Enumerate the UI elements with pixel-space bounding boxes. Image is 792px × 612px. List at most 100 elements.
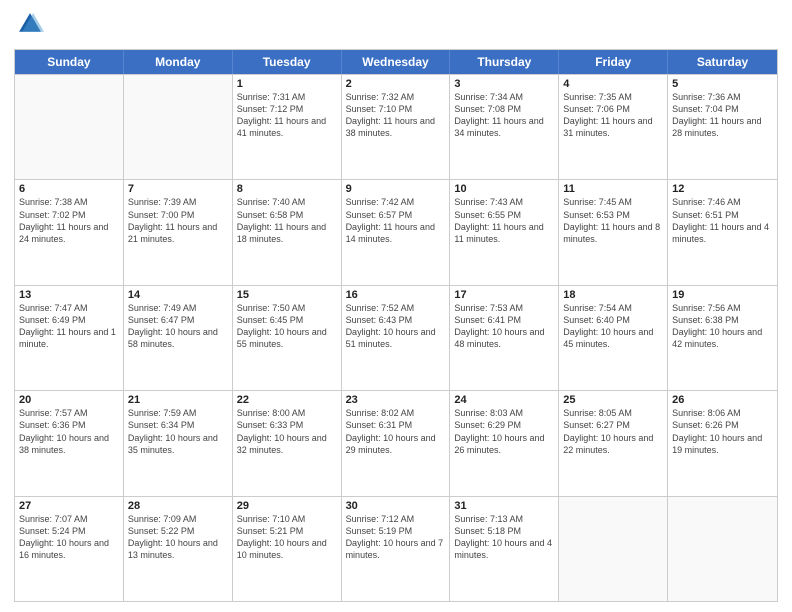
empty-cell	[124, 75, 233, 179]
day-info: Sunrise: 7:47 AM Sunset: 6:49 PM Dayligh…	[19, 302, 119, 351]
day-info: Sunrise: 7:34 AM Sunset: 7:08 PM Dayligh…	[454, 91, 554, 140]
logo	[14, 10, 48, 43]
day-info: Sunrise: 8:02 AM Sunset: 6:31 PM Dayligh…	[346, 407, 446, 456]
day-number: 2	[346, 78, 446, 90]
day-number: 21	[128, 394, 228, 406]
day-info: Sunrise: 7:50 AM Sunset: 6:45 PM Dayligh…	[237, 302, 337, 351]
day-cell-22: 22Sunrise: 8:00 AM Sunset: 6:33 PM Dayli…	[233, 391, 342, 495]
day-cell-5: 5Sunrise: 7:36 AM Sunset: 7:04 PM Daylig…	[668, 75, 777, 179]
day-info: Sunrise: 7:07 AM Sunset: 5:24 PM Dayligh…	[19, 513, 119, 562]
day-info: Sunrise: 7:45 AM Sunset: 6:53 PM Dayligh…	[563, 196, 663, 245]
day-cell-25: 25Sunrise: 8:05 AM Sunset: 6:27 PM Dayli…	[559, 391, 668, 495]
day-number: 19	[672, 289, 773, 301]
day-info: Sunrise: 7:59 AM Sunset: 6:34 PM Dayligh…	[128, 407, 228, 456]
day-number: 17	[454, 289, 554, 301]
day-header-saturday: Saturday	[668, 50, 777, 74]
day-info: Sunrise: 7:49 AM Sunset: 6:47 PM Dayligh…	[128, 302, 228, 351]
day-cell-23: 23Sunrise: 8:02 AM Sunset: 6:31 PM Dayli…	[342, 391, 451, 495]
day-info: Sunrise: 7:56 AM Sunset: 6:38 PM Dayligh…	[672, 302, 773, 351]
day-cell-29: 29Sunrise: 7:10 AM Sunset: 5:21 PM Dayli…	[233, 497, 342, 601]
day-info: Sunrise: 7:43 AM Sunset: 6:55 PM Dayligh…	[454, 196, 554, 245]
day-header-wednesday: Wednesday	[342, 50, 451, 74]
week-row-2: 6Sunrise: 7:38 AM Sunset: 7:02 PM Daylig…	[15, 179, 777, 284]
day-header-sunday: Sunday	[15, 50, 124, 74]
day-info: Sunrise: 7:12 AM Sunset: 5:19 PM Dayligh…	[346, 513, 446, 562]
day-header-thursday: Thursday	[450, 50, 559, 74]
day-number: 29	[237, 500, 337, 512]
day-number: 25	[563, 394, 663, 406]
day-info: Sunrise: 7:53 AM Sunset: 6:41 PM Dayligh…	[454, 302, 554, 351]
day-info: Sunrise: 7:36 AM Sunset: 7:04 PM Dayligh…	[672, 91, 773, 140]
day-number: 11	[563, 183, 663, 195]
calendar-header: SundayMondayTuesdayWednesdayThursdayFrid…	[15, 50, 777, 74]
day-info: Sunrise: 7:13 AM Sunset: 5:18 PM Dayligh…	[454, 513, 554, 562]
day-cell-10: 10Sunrise: 7:43 AM Sunset: 6:55 PM Dayli…	[450, 180, 559, 284]
calendar: SundayMondayTuesdayWednesdayThursdayFrid…	[14, 49, 778, 602]
week-row-1: 1Sunrise: 7:31 AM Sunset: 7:12 PM Daylig…	[15, 74, 777, 179]
week-row-3: 13Sunrise: 7:47 AM Sunset: 6:49 PM Dayli…	[15, 285, 777, 390]
day-info: Sunrise: 8:06 AM Sunset: 6:26 PM Dayligh…	[672, 407, 773, 456]
day-cell-18: 18Sunrise: 7:54 AM Sunset: 6:40 PM Dayli…	[559, 286, 668, 390]
day-number: 30	[346, 500, 446, 512]
day-cell-9: 9Sunrise: 7:42 AM Sunset: 6:57 PM Daylig…	[342, 180, 451, 284]
day-cell-30: 30Sunrise: 7:12 AM Sunset: 5:19 PM Dayli…	[342, 497, 451, 601]
day-cell-14: 14Sunrise: 7:49 AM Sunset: 6:47 PM Dayli…	[124, 286, 233, 390]
day-info: Sunrise: 7:40 AM Sunset: 6:58 PM Dayligh…	[237, 196, 337, 245]
day-number: 16	[346, 289, 446, 301]
day-cell-16: 16Sunrise: 7:52 AM Sunset: 6:43 PM Dayli…	[342, 286, 451, 390]
day-number: 18	[563, 289, 663, 301]
day-header-friday: Friday	[559, 50, 668, 74]
day-info: Sunrise: 7:52 AM Sunset: 6:43 PM Dayligh…	[346, 302, 446, 351]
day-number: 6	[19, 183, 119, 195]
day-info: Sunrise: 7:38 AM Sunset: 7:02 PM Dayligh…	[19, 196, 119, 245]
day-number: 22	[237, 394, 337, 406]
day-cell-28: 28Sunrise: 7:09 AM Sunset: 5:22 PM Dayli…	[124, 497, 233, 601]
day-number: 10	[454, 183, 554, 195]
logo-icon	[16, 10, 44, 38]
day-cell-1: 1Sunrise: 7:31 AM Sunset: 7:12 PM Daylig…	[233, 75, 342, 179]
day-info: Sunrise: 7:54 AM Sunset: 6:40 PM Dayligh…	[563, 302, 663, 351]
day-number: 20	[19, 394, 119, 406]
day-info: Sunrise: 7:31 AM Sunset: 7:12 PM Dayligh…	[237, 91, 337, 140]
day-cell-4: 4Sunrise: 7:35 AM Sunset: 7:06 PM Daylig…	[559, 75, 668, 179]
day-cell-8: 8Sunrise: 7:40 AM Sunset: 6:58 PM Daylig…	[233, 180, 342, 284]
week-row-4: 20Sunrise: 7:57 AM Sunset: 6:36 PM Dayli…	[15, 390, 777, 495]
day-info: Sunrise: 7:57 AM Sunset: 6:36 PM Dayligh…	[19, 407, 119, 456]
day-number: 4	[563, 78, 663, 90]
empty-cell	[668, 497, 777, 601]
day-number: 24	[454, 394, 554, 406]
day-cell-19: 19Sunrise: 7:56 AM Sunset: 6:38 PM Dayli…	[668, 286, 777, 390]
day-number: 5	[672, 78, 773, 90]
day-cell-21: 21Sunrise: 7:59 AM Sunset: 6:34 PM Dayli…	[124, 391, 233, 495]
day-cell-26: 26Sunrise: 8:06 AM Sunset: 6:26 PM Dayli…	[668, 391, 777, 495]
day-number: 31	[454, 500, 554, 512]
day-info: Sunrise: 7:32 AM Sunset: 7:10 PM Dayligh…	[346, 91, 446, 140]
week-row-5: 27Sunrise: 7:07 AM Sunset: 5:24 PM Dayli…	[15, 496, 777, 601]
day-number: 8	[237, 183, 337, 195]
day-cell-24: 24Sunrise: 8:03 AM Sunset: 6:29 PM Dayli…	[450, 391, 559, 495]
day-number: 9	[346, 183, 446, 195]
day-info: Sunrise: 7:39 AM Sunset: 7:00 PM Dayligh…	[128, 196, 228, 245]
day-cell-31: 31Sunrise: 7:13 AM Sunset: 5:18 PM Dayli…	[450, 497, 559, 601]
day-cell-6: 6Sunrise: 7:38 AM Sunset: 7:02 PM Daylig…	[15, 180, 124, 284]
day-number: 28	[128, 500, 228, 512]
empty-cell	[559, 497, 668, 601]
empty-cell	[15, 75, 124, 179]
day-number: 27	[19, 500, 119, 512]
day-info: Sunrise: 8:00 AM Sunset: 6:33 PM Dayligh…	[237, 407, 337, 456]
day-number: 7	[128, 183, 228, 195]
day-cell-11: 11Sunrise: 7:45 AM Sunset: 6:53 PM Dayli…	[559, 180, 668, 284]
day-cell-17: 17Sunrise: 7:53 AM Sunset: 6:41 PM Dayli…	[450, 286, 559, 390]
day-number: 26	[672, 394, 773, 406]
day-cell-7: 7Sunrise: 7:39 AM Sunset: 7:00 PM Daylig…	[124, 180, 233, 284]
day-header-tuesday: Tuesday	[233, 50, 342, 74]
day-number: 23	[346, 394, 446, 406]
day-info: Sunrise: 7:35 AM Sunset: 7:06 PM Dayligh…	[563, 91, 663, 140]
day-info: Sunrise: 7:46 AM Sunset: 6:51 PM Dayligh…	[672, 196, 773, 245]
day-number: 3	[454, 78, 554, 90]
header	[14, 10, 778, 43]
day-number: 12	[672, 183, 773, 195]
day-info: Sunrise: 8:03 AM Sunset: 6:29 PM Dayligh…	[454, 407, 554, 456]
day-cell-12: 12Sunrise: 7:46 AM Sunset: 6:51 PM Dayli…	[668, 180, 777, 284]
day-cell-20: 20Sunrise: 7:57 AM Sunset: 6:36 PM Dayli…	[15, 391, 124, 495]
